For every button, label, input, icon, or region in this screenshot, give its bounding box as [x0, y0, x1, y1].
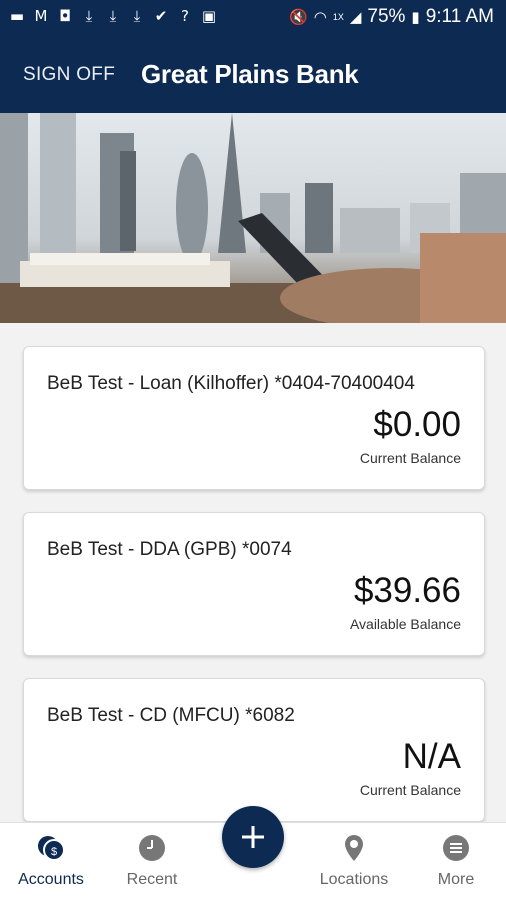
nav-accounts[interactable]: $ Accounts — [1, 823, 101, 900]
balance-label: Available Balance — [349, 616, 461, 632]
wifi-icon: ◠ — [313, 8, 327, 26]
account-card[interactable]: BeB Test - DDA (GPB) *0074 $39.66 Availa… — [23, 512, 485, 656]
notification-icons: ▬ M ◘ ⤓ ⤓ ⤓ ✔ ? ▣ — [8, 6, 218, 26]
save-icon: ◘ — [59, 7, 71, 25]
account-name: BeB Test - CD (MFCU) *6082 — [47, 705, 295, 726]
message-icon: ▬ — [9, 7, 25, 25]
network-type: 1X — [332, 12, 344, 22]
account-name: BeB Test - DDA (GPB) *0074 — [47, 539, 292, 560]
account-name: BeB Test - Loan (Kilhoffer) *0404-704004… — [47, 373, 415, 394]
app-header: SIGN OFF Great Plains Bank — [0, 36, 506, 113]
location-pin-icon — [345, 835, 363, 861]
hero-image — [0, 113, 506, 323]
bank-title: Great Plains Bank — [141, 59, 359, 89]
image-icon: ▣ — [201, 7, 217, 25]
system-status: 🔇 ◠ 1X ◢ 75% ▮ 9:11 AM — [289, 6, 494, 28]
accounts-icon: $ — [38, 836, 65, 861]
nav-label: Accounts — [18, 871, 84, 888]
check-icon: ✔ — [154, 7, 168, 25]
nav-more[interactable]: More — [406, 823, 506, 900]
nav-label: Recent — [126, 871, 178, 888]
mute-icon: 🔇 — [289, 8, 308, 26]
download-icon: ⤓ — [85, 7, 93, 25]
svg-text:$: $ — [51, 846, 57, 858]
nav-label: Locations — [319, 871, 389, 888]
status-bar: ▬ M ◘ ⤓ ⤓ ⤓ ✔ ? ▣ 🔇 ◠ 1X ◢ 75% ▮ 9:11 AM — [0, 0, 506, 36]
signal-icon: ◢ — [349, 8, 362, 26]
battery-icon: ▮ — [411, 8, 420, 26]
nav-locations[interactable]: Locations — [304, 823, 404, 900]
account-balance: $39.66 — [353, 571, 461, 610]
add-button[interactable] — [222, 806, 284, 868]
download-icon: ⤓ — [109, 7, 117, 25]
plus-icon — [242, 826, 264, 848]
battery-percent: 75% — [367, 6, 406, 27]
clock: 9:11 AM — [425, 6, 494, 27]
nav-label: More — [437, 871, 475, 888]
download-icon: ⤓ — [133, 7, 141, 25]
nav-recent[interactable]: Recent — [102, 823, 202, 900]
account-card[interactable]: BeB Test - Loan (Kilhoffer) *0404-704004… — [23, 346, 485, 490]
help-icon: ? — [181, 7, 189, 25]
account-card[interactable]: BeB Test - CD (MFCU) *6082 N/A Current B… — [23, 678, 485, 822]
account-balance: $0.00 — [373, 405, 461, 444]
account-balance: N/A — [402, 737, 461, 776]
balance-label: Current Balance — [359, 782, 461, 798]
clock-icon — [139, 835, 165, 861]
gmail-icon: M — [34, 7, 48, 25]
sign-off-button[interactable]: SIGN OFF — [23, 64, 115, 86]
balance-label: Current Balance — [359, 450, 461, 466]
menu-icon — [443, 835, 469, 861]
